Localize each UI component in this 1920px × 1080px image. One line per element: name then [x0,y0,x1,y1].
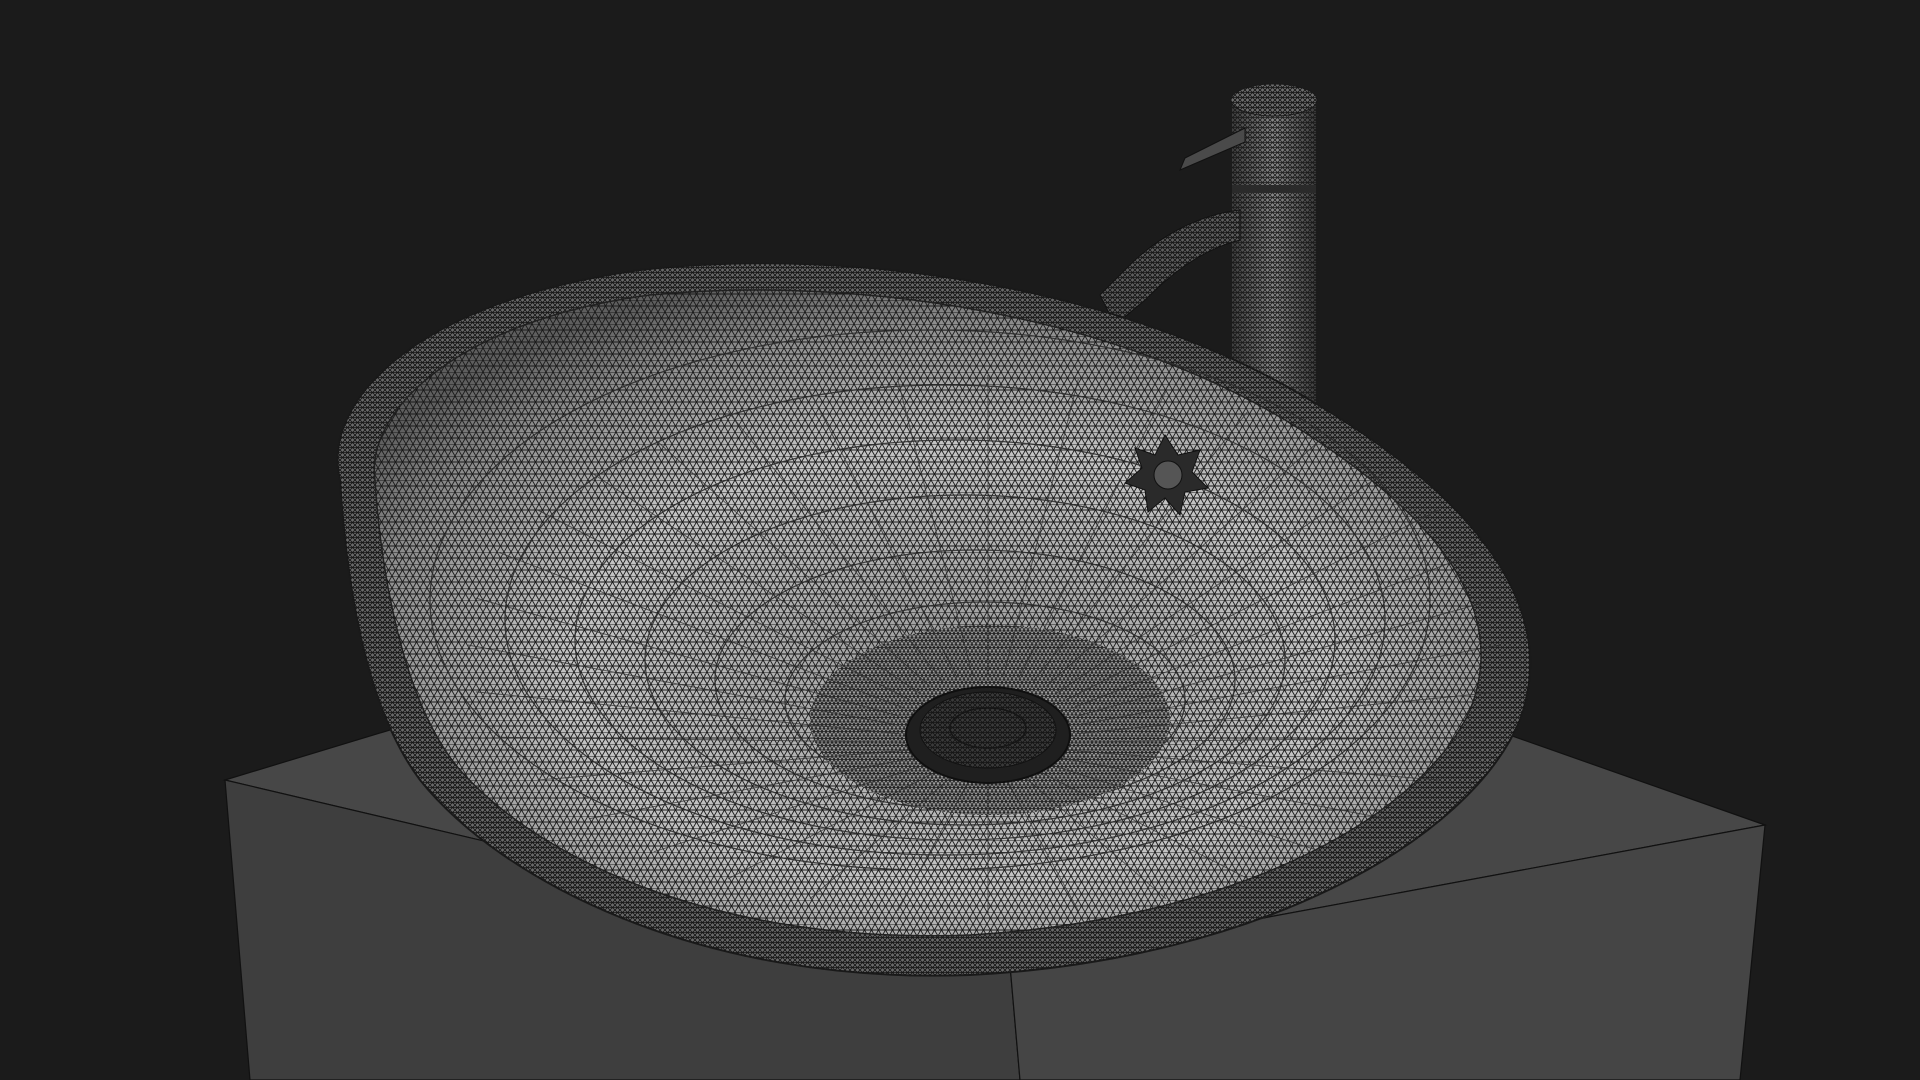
render-viewport [0,0,1920,1080]
wireframe-scene [0,0,1920,1080]
sink-drain [905,686,1071,784]
